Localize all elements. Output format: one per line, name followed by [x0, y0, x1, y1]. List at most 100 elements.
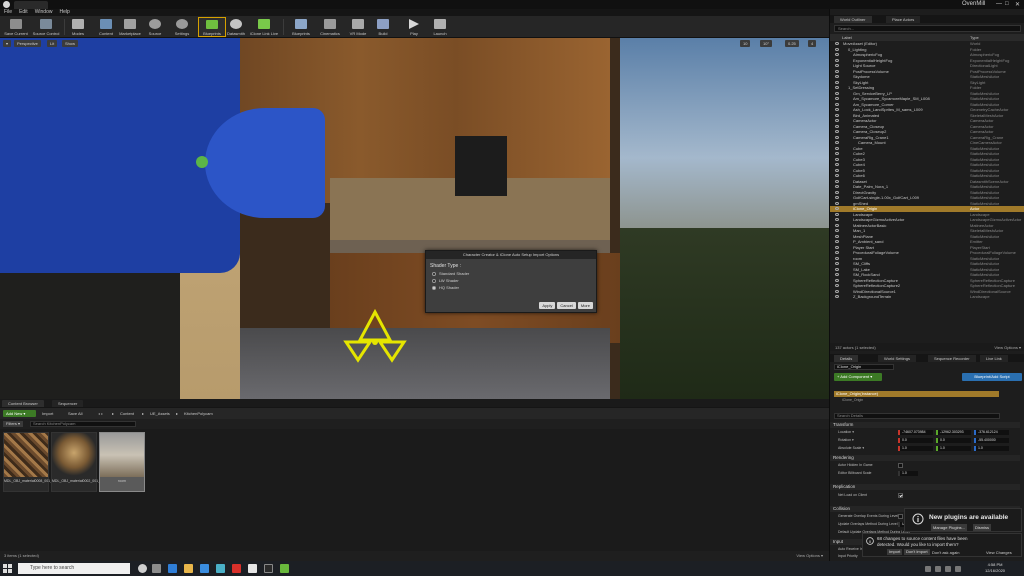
visibility-eye-icon[interactable]	[835, 130, 839, 133]
tab-place-actors[interactable]: Place Actors	[886, 16, 921, 23]
build-button[interactable]: Build	[369, 17, 397, 37]
tab-live-link[interactable]: Live Link	[980, 355, 1008, 362]
visibility-eye-icon[interactable]	[835, 212, 839, 216]
marketplace-button[interactable]: Marketplace	[116, 17, 144, 37]
camera-speed-value[interactable]: 4	[808, 40, 817, 47]
modes-button[interactable]: Modes	[64, 17, 92, 37]
component-row[interactable]: iClone_Origin	[834, 398, 999, 403]
visibility-eye-icon[interactable]	[835, 163, 839, 166]
cortana-icon[interactable]	[138, 564, 147, 573]
taskbar-clock[interactable]: 4:58 PM 12/16/2020	[985, 562, 1005, 574]
radio-button-selected[interactable]	[432, 285, 436, 290]
grid-snap-value[interactable]: 10	[740, 40, 751, 47]
perspective-button[interactable]: Perspective	[14, 40, 41, 47]
visibility-eye-icon[interactable]	[835, 262, 839, 265]
source-button[interactable]: Source	[141, 17, 169, 37]
scale-snap-value[interactable]: 0.25	[785, 40, 799, 47]
visibility-eye-icon[interactable]	[835, 201, 839, 205]
rotation-label[interactable]: Rotation ▾	[838, 438, 854, 443]
outliner-row[interactable]: Z_BackgroundTerrain Landscape	[830, 294, 1024, 300]
breadcrumb-kitchenpolycam[interactable]: KitchenPolycam	[184, 410, 213, 417]
transform-section-header[interactable]: Transform	[830, 422, 1020, 428]
minimize-button[interactable]: —	[996, 1, 1002, 7]
visibility-eye-icon[interactable]	[835, 47, 839, 51]
visibility-eye-icon[interactable]	[835, 152, 839, 155]
outliner-search-input[interactable]: Search...	[834, 25, 1021, 32]
apply-button[interactable]: Apply	[539, 302, 556, 309]
rotation-z-field[interactable]: -55.400000	[974, 438, 1009, 443]
visibility-eye-icon[interactable]	[835, 58, 839, 62]
visibility-eye-icon[interactable]	[835, 97, 839, 100]
acrobat-icon[interactable]	[232, 564, 241, 573]
cinematics-button[interactable]: Cinematics	[316, 17, 344, 37]
standard-shader-option[interactable]: Standard Shader	[432, 271, 596, 276]
details-search-input[interactable]: Search Details	[834, 413, 1000, 419]
view-options-button[interactable]: View Options ▾	[796, 553, 823, 558]
taskbar-search-input[interactable]: Type here to search	[18, 563, 130, 574]
visibility-eye-icon[interactable]	[835, 157, 839, 161]
level-tab[interactable]	[14, 1, 48, 9]
radio-button[interactable]	[432, 271, 436, 276]
visibility-eye-icon[interactable]	[835, 278, 839, 282]
visibility-eye-icon[interactable]	[835, 245, 839, 249]
unreal-taskbar-icon[interactable]	[248, 564, 257, 573]
edge-icon[interactable]	[168, 564, 177, 573]
location-z-field[interactable]: -376.612124	[974, 430, 1009, 435]
visibility-eye-icon[interactable]	[835, 196, 839, 199]
battery-icon[interactable]	[955, 566, 961, 572]
tab-sequence-recorder[interactable]: Sequence Recorder	[928, 355, 976, 362]
visibility-eye-icon[interactable]	[835, 207, 839, 210]
visibility-eye-icon[interactable]	[835, 185, 839, 188]
blueprints-button[interactable]: Blueprints	[287, 17, 315, 37]
asset-tile-selected[interactable]: room	[99, 432, 145, 492]
import-changes-button[interactable]: Import	[887, 549, 903, 555]
visibility-eye-icon[interactable]	[835, 289, 839, 293]
datasmith-button[interactable]: Datasmith	[222, 17, 250, 37]
visibility-eye-icon[interactable]	[835, 273, 839, 276]
component-row-selected[interactable]: iClone_Origin(Instance)	[834, 391, 999, 397]
windows-start-icon[interactable]	[3, 564, 12, 573]
visibility-eye-icon[interactable]	[835, 124, 839, 128]
close-button[interactable]: ✕	[1015, 1, 1020, 8]
dont-import-button[interactable]: Don't Import	[904, 549, 930, 555]
visibility-eye-icon[interactable]	[835, 86, 839, 89]
iclone-taskbar-icon[interactable]	[280, 564, 289, 573]
volume-icon[interactable]	[945, 566, 951, 572]
visibility-eye-icon[interactable]	[835, 284, 839, 287]
save-all-button[interactable]: Save All	[68, 410, 82, 417]
visibility-eye-icon[interactable]	[835, 135, 839, 139]
angle-snap-value[interactable]: 10°	[760, 40, 773, 47]
scale-label[interactable]: Absolute Scale ▾	[838, 446, 864, 451]
more-button[interactable]: More	[577, 302, 593, 309]
breadcrumb-ue-assets[interactable]: UE_Assets	[150, 410, 170, 417]
tab-world-outliner[interactable]: World Outliner	[834, 16, 872, 23]
rotation-y-field[interactable]: 0.0	[936, 438, 971, 443]
hq-shader-option[interactable]: HQ Shader	[432, 285, 596, 290]
dont-ask-again-checkbox[interactable]: Don't ask again	[932, 550, 959, 555]
visibility-eye-icon[interactable]	[835, 80, 839, 84]
visibility-eye-icon[interactable]	[835, 168, 839, 172]
scale-y-field[interactable]: 1.0	[936, 446, 971, 451]
asset-tile[interactable]: MDL_OBJ_material0002_001_baked	[51, 432, 110, 492]
scale-z-field[interactable]: 1.0	[974, 446, 1009, 451]
visibility-eye-icon[interactable]	[835, 69, 839, 73]
show-button[interactable]: Show	[62, 40, 79, 47]
play-button[interactable]: Play	[400, 17, 428, 37]
dismiss-button[interactable]: Dismiss	[973, 524, 991, 531]
visibility-eye-icon[interactable]	[835, 64, 839, 67]
replication-section-header[interactable]: Replication	[830, 484, 1020, 490]
store-icon[interactable]	[200, 564, 209, 573]
location-label[interactable]: Location ▾	[838, 430, 854, 435]
rendering-section-header[interactable]: Rendering	[830, 455, 1020, 461]
import-button[interactable]: Import	[42, 410, 53, 417]
menu-window[interactable]: Window	[35, 9, 53, 16]
system-tray-icon[interactable]	[925, 566, 931, 572]
level-viewport[interactable]: ▾ Perspective Lit Show 10 10° 0.25 4 Cha…	[0, 38, 829, 399]
location-x-field[interactable]: -74607.073984	[898, 430, 933, 435]
actor-hidden-checkbox[interactable]	[898, 463, 903, 468]
radio-button[interactable]	[432, 278, 436, 283]
settings-button[interactable]: Settings	[168, 17, 196, 37]
visibility-eye-icon[interactable]	[835, 42, 839, 45]
view-changes-link[interactable]: View Changes	[986, 550, 1012, 555]
actor-name-field[interactable]: iClone_Origin	[834, 364, 894, 370]
